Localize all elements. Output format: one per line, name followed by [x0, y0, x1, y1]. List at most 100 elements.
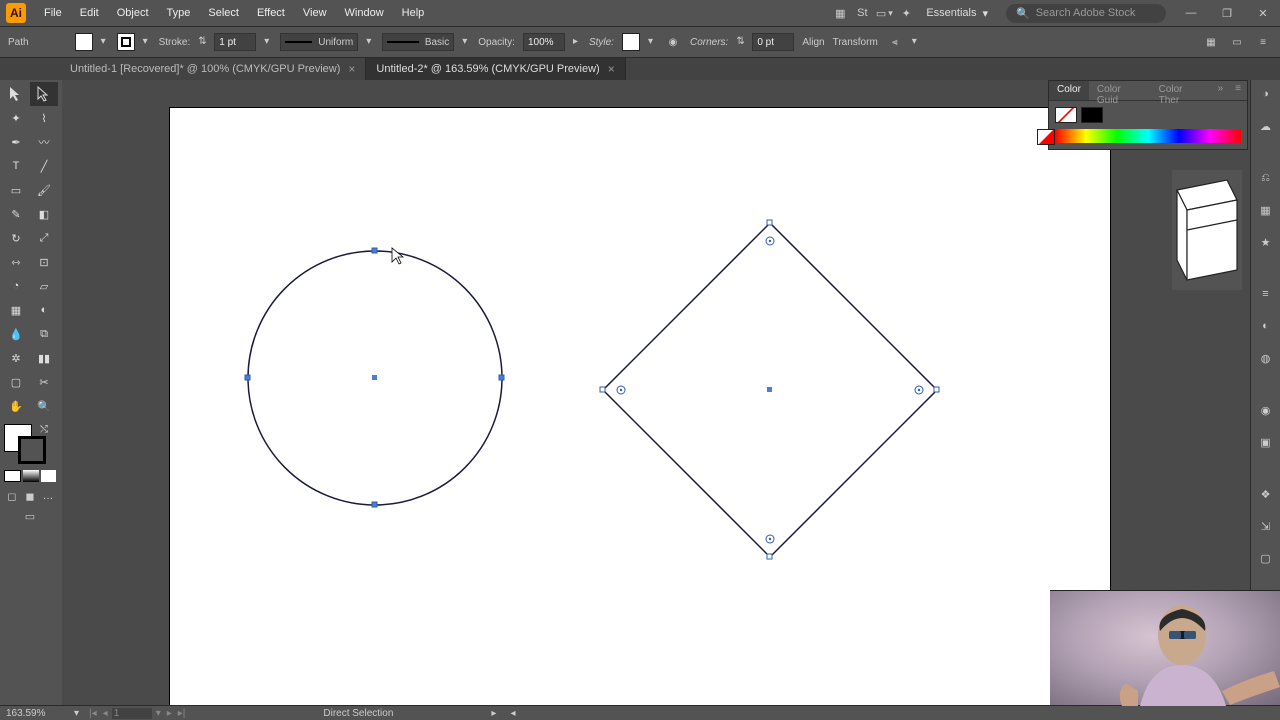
restore-button[interactable]: ❐ [1216, 4, 1238, 22]
libraries-panel-icon[interactable]: ☁ [1256, 116, 1276, 136]
artboard-tool[interactable]: ▢ [2, 370, 30, 394]
lasso-tool[interactable]: ⌇ [30, 106, 58, 130]
scale-tool[interactable]: ⤢ [30, 226, 58, 250]
appearance-panel-icon[interactable]: ◉ [1256, 400, 1276, 420]
width-profile-dropdown[interactable]: Uniform [280, 33, 358, 51]
width-tool[interactable]: ⇿ [2, 250, 30, 274]
pen-tool[interactable]: ✒ [2, 130, 30, 154]
close-button[interactable]: ✕ [1252, 4, 1274, 22]
stroke-panel-icon[interactable]: ≡ [1256, 284, 1276, 304]
tool-palette: ✦ ⌇ ✒ 〰 T ╱ ▭ 🖌 ✎ ◧ ↻ ⤢ ⇿ ⊡ ◔ ▱ ▦ ◐ 💧 ⧉ … [0, 80, 62, 705]
artboard-navigator[interactable]: |◂◂ 1▾ ▸▸| [87, 708, 187, 719]
doc-tab-2[interactable]: Untitled-2* @ 163.59% (CMYK/GPU Preview)… [366, 58, 625, 80]
asset-export-panel-icon[interactable]: ⇲ [1256, 516, 1276, 536]
menu-window[interactable]: Window [337, 3, 392, 23]
prefs-icon[interactable]: ≡ [1254, 33, 1272, 51]
menu-bar: Ai File Edit Object Type Select Effect V… [0, 0, 1280, 26]
magic-wand-tool[interactable]: ✦ [2, 106, 30, 130]
properties-thumbnail[interactable] [1172, 170, 1242, 290]
color-mode-row[interactable] [2, 470, 58, 486]
properties-panel-icon[interactable]: ◑ [1256, 84, 1276, 104]
eraser-tool[interactable]: ◧ [30, 202, 58, 226]
panel-menu-icon[interactable]: ≡ [1229, 81, 1247, 100]
graph-tool[interactable]: ▮▮ [30, 346, 58, 370]
gpu-icon[interactable]: ✦ [896, 3, 916, 23]
direct-selection-tool[interactable] [30, 82, 58, 106]
line-tool[interactable]: ╱ [30, 154, 58, 178]
search-stock-input[interactable]: 🔍 Search Adobe Stock [1006, 4, 1166, 23]
brushes-panel-icon[interactable]: ⎌ [1256, 168, 1276, 188]
arrange-docs-icon[interactable]: ▭ [874, 3, 894, 23]
symbols-panel-icon[interactable]: ★ [1256, 232, 1276, 252]
fill-swatch[interactable] [75, 33, 93, 51]
selection-indicator: Path [8, 37, 29, 48]
fill-stroke-indicator[interactable]: ⤭ [4, 424, 58, 464]
screen-mode-row[interactable]: ◻◼… [2, 486, 58, 506]
workspace-switcher[interactable]: Essentials▾ [918, 4, 996, 23]
zoom-tool[interactable]: 🔍 [30, 394, 58, 418]
brush-dropdown[interactable]: Basic [382, 33, 454, 51]
stroke-swatch[interactable] [117, 33, 135, 51]
menu-select[interactable]: Select [200, 3, 247, 23]
collapse-icon[interactable]: » [1212, 81, 1230, 100]
shape-builder-tool[interactable]: ◔ [2, 274, 30, 298]
transform-label[interactable]: Transform [833, 37, 878, 48]
layers-panel-icon[interactable]: ❖ [1256, 484, 1276, 504]
color-tab[interactable]: Color [1049, 81, 1089, 100]
align-label[interactable]: Align [802, 37, 824, 48]
artboards-panel-icon[interactable]: ▢ [1256, 548, 1276, 568]
opacity-input[interactable] [523, 33, 565, 51]
gradient-tool[interactable]: ◐ [30, 298, 58, 322]
stroke-weight-input[interactable] [214, 33, 256, 51]
snap-pixel-icon[interactable]: ▦ [1202, 33, 1220, 51]
recolor-icon[interactable]: ◉ [664, 33, 682, 51]
type-tool[interactable]: T [2, 154, 30, 178]
corners-input[interactable] [752, 33, 794, 51]
menu-object[interactable]: Object [109, 3, 157, 23]
rectangle-tool[interactable]: ▭ [2, 178, 30, 202]
color-spectrum[interactable] [1055, 129, 1241, 143]
transparency-panel-icon[interactable]: ◍ [1256, 348, 1276, 368]
app-logo: Ai [6, 3, 26, 23]
minimize-button[interactable]: — [1180, 4, 1202, 22]
doc-tab-1[interactable]: Untitled-1 [Recovered]* @ 100% (CMYK/GPU… [60, 58, 366, 80]
perspective-tool[interactable]: ▱ [30, 274, 58, 298]
free-transform-tool[interactable]: ⊡ [30, 250, 58, 274]
menu-effect[interactable]: Effect [249, 3, 293, 23]
edit-toolbar-icon[interactable]: ▭ [2, 506, 58, 527]
style-swatch[interactable] [622, 33, 640, 51]
shaper-tool[interactable]: ✎ [2, 202, 30, 226]
stroke-mini-swatch[interactable] [1081, 107, 1103, 123]
doc-setup-icon[interactable]: ▭ [1228, 33, 1246, 51]
menu-type[interactable]: Type [159, 3, 199, 23]
eyedropper-tool[interactable]: 💧 [2, 322, 30, 346]
graphic-styles-panel-icon[interactable]: ▣ [1256, 432, 1276, 452]
zoom-level[interactable]: 163.59% [6, 708, 66, 719]
isolate-icon[interactable]: ⫷ [886, 33, 904, 51]
blend-tool[interactable]: ⧉ [30, 322, 58, 346]
symbol-sprayer-tool[interactable]: ✲ [2, 346, 30, 370]
gradient-panel-icon[interactable]: ◐ [1256, 316, 1276, 336]
close-icon[interactable]: × [348, 62, 355, 76]
paintbrush-tool[interactable]: 🖌 [30, 178, 58, 202]
fill-none-swatch[interactable] [1055, 107, 1077, 123]
bridge-icon[interactable]: ▦ [830, 3, 850, 23]
menu-file[interactable]: File [36, 3, 70, 23]
swatches-panel-icon[interactable]: ▦ [1256, 200, 1276, 220]
document-tabs: Untitled-1 [Recovered]* @ 100% (CMYK/GPU… [0, 58, 1280, 80]
color-guide-tab[interactable]: Color Guid [1089, 81, 1151, 100]
selection-tool[interactable] [2, 82, 30, 106]
close-icon[interactable]: × [608, 62, 615, 76]
rotate-tool[interactable]: ↻ [2, 226, 30, 250]
corners-label: Corners: [690, 37, 728, 48]
stock-icon[interactable]: St [852, 3, 872, 23]
hand-tool[interactable]: ✋ [2, 394, 30, 418]
menu-edit[interactable]: Edit [72, 3, 107, 23]
slice-tool[interactable]: ✂ [30, 370, 58, 394]
mesh-tool[interactable]: ▦ [2, 298, 30, 322]
menu-view[interactable]: View [295, 3, 335, 23]
menu-help[interactable]: Help [394, 3, 433, 23]
curvature-tool[interactable]: 〰 [30, 130, 58, 154]
color-themes-tab[interactable]: Color Ther [1151, 81, 1212, 100]
artboard[interactable] [170, 108, 1110, 705]
